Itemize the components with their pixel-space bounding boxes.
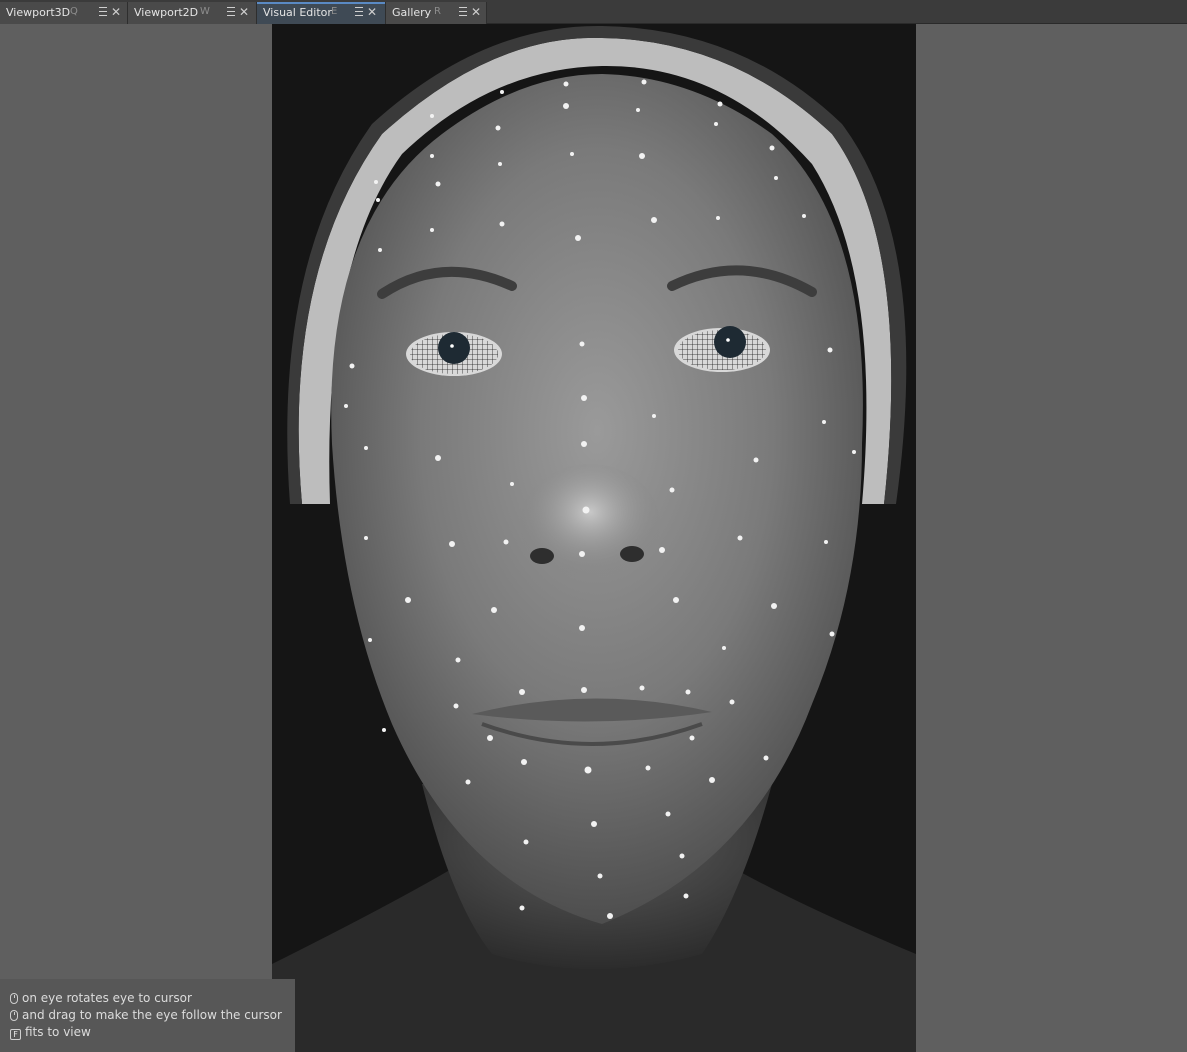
face-photo bbox=[272, 24, 916, 1052]
hamburger-menu-icon[interactable] bbox=[98, 4, 108, 20]
active-tab-indicator bbox=[257, 2, 385, 4]
tab-shortcut: E bbox=[331, 6, 338, 17]
tab-gallery[interactable]: Gallery R ✕ bbox=[386, 2, 487, 24]
tab-visual-editor[interactable]: Visual Editor E ✕ bbox=[257, 2, 386, 24]
tab-viewport3d[interactable]: Viewport3D Q ✕ bbox=[0, 2, 128, 24]
close-icon[interactable]: ✕ bbox=[366, 5, 378, 19]
help-line-drag: and drag to make the eye follow the curs… bbox=[10, 1008, 282, 1022]
help-line-rotate: on eye rotates eye to cursor bbox=[10, 991, 192, 1005]
help-text: fits to view bbox=[25, 1025, 91, 1039]
tab-viewport2d[interactable]: Viewport2D W ✕ bbox=[128, 2, 257, 24]
tab-label: Viewport3D bbox=[6, 6, 71, 19]
help-overlay: on eye rotates eye to cursor and drag to… bbox=[0, 979, 295, 1052]
hamburger-menu-icon[interactable] bbox=[354, 4, 364, 20]
tab-label: Viewport2D bbox=[134, 6, 199, 19]
keyboard-key-icon: F bbox=[10, 1029, 21, 1040]
help-text: and drag to make the eye follow the curs… bbox=[22, 1008, 282, 1022]
tab-label: Gallery bbox=[392, 6, 432, 19]
close-icon[interactable]: ✕ bbox=[238, 5, 250, 19]
hamburger-menu-icon[interactable] bbox=[226, 4, 236, 20]
tab-bar: Viewport3D Q ✕ Viewport2D W ✕ Visual Edi… bbox=[0, 0, 1187, 24]
tab-shortcut: R bbox=[434, 6, 441, 17]
tab-shortcut: Q bbox=[70, 6, 78, 17]
tab-shortcut: W bbox=[200, 6, 210, 17]
tab-label: Visual Editor bbox=[263, 6, 332, 19]
visual-editor-viewport[interactable] bbox=[272, 24, 916, 1052]
close-icon[interactable]: ✕ bbox=[110, 5, 122, 19]
hamburger-menu-icon[interactable] bbox=[458, 4, 468, 20]
mouse-click-icon bbox=[10, 993, 18, 1004]
help-text: on eye rotates eye to cursor bbox=[22, 991, 192, 1005]
mouse-click-icon bbox=[10, 1010, 18, 1021]
close-icon[interactable]: ✕ bbox=[470, 5, 482, 19]
help-line-fit: Ffits to view bbox=[10, 1025, 91, 1040]
